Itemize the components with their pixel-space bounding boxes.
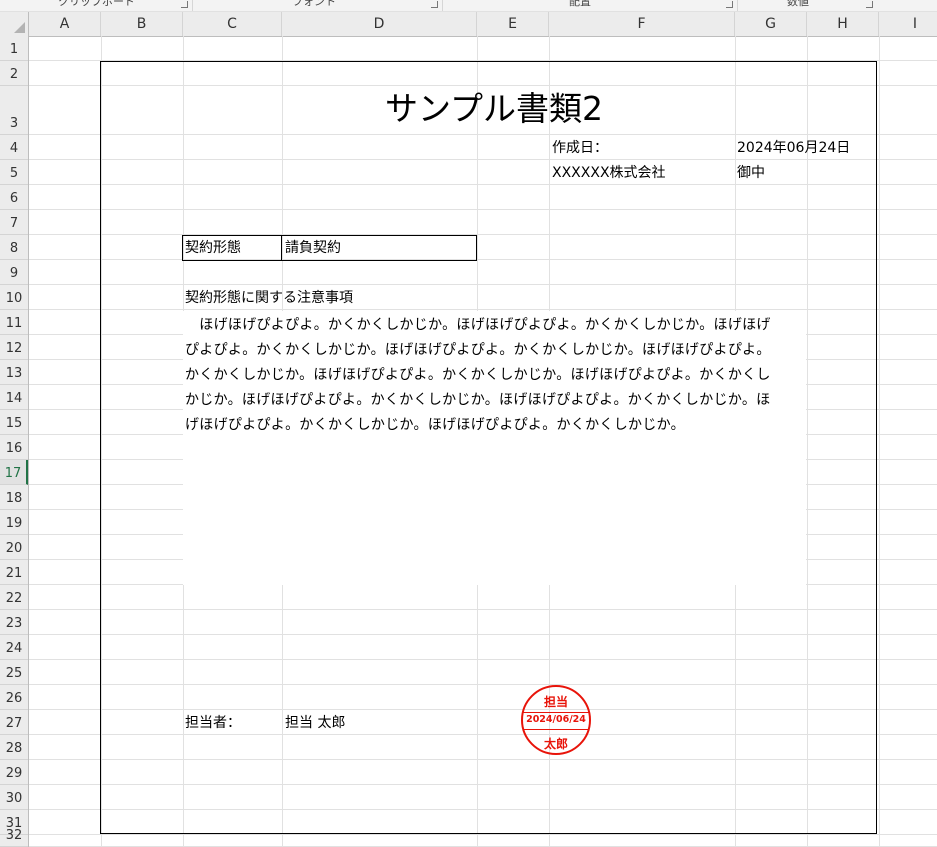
notes-line: かくかくしかじか。ほげほげぴよぴよ。かくかくしかじか。ほげほげぴよぴよ。かくかく…	[185, 367, 771, 383]
ribbon-separator	[442, 0, 443, 11]
row-header-8[interactable]: 8	[0, 235, 28, 260]
select-all-corner[interactable]	[0, 12, 29, 36]
row-header-2[interactable]: 2	[0, 61, 28, 86]
row-header-bar: 1 2 3 4 5 6 7 8 9 10 11 12 13 14 15 16 17 18 19 20 21 22 23 24 2…	[0, 36, 29, 847]
row-header-23[interactable]: 23	[0, 610, 28, 635]
contract-type-value[interactable]: 請負契約	[285, 239, 341, 257]
ribbon-separator	[192, 0, 193, 11]
select-all-triangle-icon	[14, 22, 25, 33]
row-header-7[interactable]: 7	[0, 210, 28, 235]
stamp-date-text: 2024/06/24	[526, 714, 586, 725]
row-header-10[interactable]: 10	[0, 285, 28, 310]
row-header-29[interactable]: 29	[0, 760, 28, 785]
notes-line: げほげぴよぴよ。かくかくしかじか。ほげほげぴよぴよ。かくかくしかじか。	[185, 417, 685, 433]
ribbon-group-number: 数値	[787, 0, 809, 8]
row-header-32[interactable]: 32	[0, 828, 28, 847]
row-header-3[interactable]: 3	[0, 86, 28, 135]
person-in-charge-name[interactable]: 担当 太郎	[285, 714, 345, 732]
number-dialog-launcher-icon[interactable]	[866, 1, 873, 8]
contract-type-label[interactable]: 契約形態	[185, 239, 241, 257]
row-header-26[interactable]: 26	[0, 685, 28, 710]
row-header-17[interactable]: 17	[0, 460, 28, 485]
clipboard-dialog-launcher-icon[interactable]	[181, 1, 188, 8]
row-header-18[interactable]: 18	[0, 485, 28, 510]
column-header-c[interactable]: C	[183, 12, 282, 36]
column-header-a[interactable]: A	[29, 12, 101, 36]
column-header-d[interactable]: D	[282, 12, 477, 36]
notes-line: ぴよぴよ。かくかくしかじか。ほげほげぴよぴよ。かくかくしかじか。ほげほげぴよぴよ…	[185, 342, 771, 358]
row-header-27[interactable]: 27	[0, 710, 28, 735]
date-seal-stamp[interactable]: 担当 2024/06/24 太郎	[521, 685, 591, 755]
column-header-g[interactable]: G	[735, 12, 807, 36]
notes-line: かじか。ほげほげぴよぴよ。かくかくしかじか。ほげほげぴよぴよ。かくかくしかじか。…	[185, 392, 771, 408]
row-header-22[interactable]: 22	[0, 585, 28, 610]
row-header-1[interactable]: 1	[0, 36, 28, 61]
row-header-28[interactable]: 28	[0, 735, 28, 760]
ribbon-separator	[737, 0, 738, 11]
stamp-bottom-text: 太郎	[543, 737, 568, 751]
row-header-5[interactable]: 5	[0, 160, 28, 185]
row-header-15[interactable]: 15	[0, 410, 28, 435]
row-header-20[interactable]: 20	[0, 535, 28, 560]
ribbon-group-font: フォント	[292, 0, 336, 8]
row-header-14[interactable]: 14	[0, 385, 28, 410]
recipient-company[interactable]: XXXXXX株式会社	[552, 164, 666, 182]
column-header-i[interactable]: I	[879, 12, 937, 36]
row-header-25[interactable]: 25	[0, 660, 28, 685]
column-header-b[interactable]: B	[101, 12, 183, 36]
notes-heading[interactable]: 契約形態に関する注意事項	[185, 289, 353, 307]
contract-table-divider	[281, 236, 282, 260]
notes-body[interactable]: ほげほげぴよぴよ。かくかくしかじか。ほげほげぴよぴよ。かくかくしかじか。ほげほげ…	[185, 313, 805, 438]
document-title[interactable]: サンプル書類2	[182, 86, 806, 132]
column-header-bar: A B C D E F G H I	[0, 12, 937, 37]
row-header-11[interactable]: 11	[0, 310, 28, 335]
column-header-h[interactable]: H	[807, 12, 879, 36]
row-header-19[interactable]: 19	[0, 510, 28, 535]
row-header-21[interactable]: 21	[0, 560, 28, 585]
row-header-24[interactable]: 24	[0, 635, 28, 660]
row-header-12[interactable]: 12	[0, 335, 28, 360]
grid-column-line	[879, 36, 880, 847]
row-header-30[interactable]: 30	[0, 785, 28, 810]
created-date-label[interactable]: 作成日：	[552, 139, 608, 157]
grid-row-line	[29, 834, 937, 835]
row-header-13[interactable]: 13	[0, 360, 28, 385]
font-dialog-launcher-icon[interactable]	[431, 1, 438, 8]
column-header-f[interactable]: F	[549, 12, 735, 36]
ribbon-group-clipboard: クリップボード	[58, 0, 135, 8]
alignment-dialog-launcher-icon[interactable]	[726, 1, 733, 8]
created-date-value[interactable]: 2024年06月24日	[737, 139, 850, 157]
column-header-e[interactable]: E	[477, 12, 549, 36]
row-header-16[interactable]: 16	[0, 435, 28, 460]
notes-line: ほげほげぴよぴよ。かくかくしかじか。ほげほげぴよぴよ。かくかくしかじか。ほげほげ	[185, 317, 771, 333]
row-header-9[interactable]: 9	[0, 260, 28, 285]
recipient-honorific[interactable]: 御中	[737, 164, 765, 182]
stamp-top-text: 担当	[543, 695, 568, 709]
person-in-charge-label[interactable]: 担当者：	[185, 714, 241, 732]
row-header-4[interactable]: 4	[0, 135, 28, 160]
row-header-6[interactable]: 6	[0, 185, 28, 210]
ribbon-strip: クリップボード フォント 配置 数値	[0, 0, 937, 12]
ribbon-group-alignment: 配置	[569, 0, 591, 8]
